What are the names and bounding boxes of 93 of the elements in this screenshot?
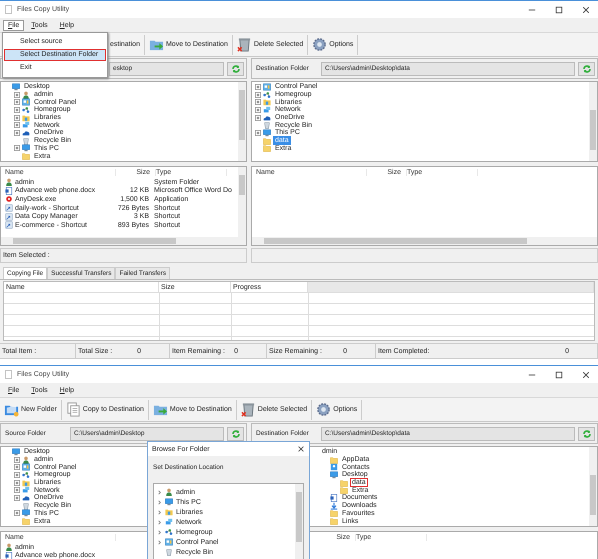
panel-icon [22, 98, 30, 106]
expand-icon[interactable] [14, 464, 20, 470]
trash-bin-icon [22, 136, 30, 145]
monitor-icon [12, 448, 20, 456]
library-folder-icon [165, 508, 173, 516]
panel-icon [165, 538, 173, 546]
monitor-icon [12, 82, 20, 91]
gear-icon [316, 402, 332, 417]
person-icon [5, 178, 13, 186]
expand-icon[interactable] [14, 510, 20, 516]
download-icon [330, 502, 338, 510]
network-icon [22, 121, 30, 130]
expand-icon[interactable] [14, 99, 20, 106]
vertical-scrollbar[interactable] [589, 82, 597, 161]
chevron-icon[interactable] [157, 510, 162, 514]
cloud-icon [22, 128, 30, 137]
trash-bin-icon [263, 121, 271, 130]
refresh-icon [230, 428, 240, 438]
expand-icon[interactable] [14, 487, 20, 494]
expand-icon[interactable] [14, 92, 20, 98]
document-icon [330, 494, 338, 502]
people-icon [263, 90, 271, 99]
close-icon[interactable] [582, 6, 590, 14]
expand-icon[interactable] [14, 480, 20, 486]
expand-icon[interactable] [14, 494, 20, 501]
people-icon [165, 528, 173, 536]
close-icon[interactable] [297, 445, 305, 453]
refresh-icon [230, 64, 240, 74]
horizontal-scrollbar[interactable] [252, 237, 597, 245]
expand-icon[interactable] [255, 84, 261, 90]
copy-icon [66, 402, 81, 417]
monitor-icon [22, 509, 30, 518]
monitor-icon [165, 498, 173, 506]
contact-card-icon [330, 463, 338, 472]
trash-bin-icon [165, 548, 173, 556]
expand-icon[interactable] [14, 472, 20, 478]
person-icon [22, 90, 30, 99]
library-folder-icon [263, 98, 271, 106]
maximize-icon[interactable] [555, 370, 563, 378]
vertical-scrollbar[interactable] [238, 82, 246, 161]
library-folder-icon [22, 114, 30, 122]
person-icon [22, 456, 30, 464]
expand-icon[interactable] [255, 130, 261, 136]
app-icon [5, 5, 12, 14]
refresh-button[interactable] [578, 62, 595, 76]
expand-icon[interactable] [255, 99, 261, 106]
expand-icon[interactable] [255, 114, 261, 121]
network-icon [263, 106, 271, 114]
folder-icon [330, 456, 338, 464]
expand-icon[interactable] [14, 106, 20, 113]
vertical-scrollbar[interactable] [589, 447, 597, 526]
app-icon [5, 370, 12, 379]
refresh-icon [582, 428, 592, 438]
monitor-icon [263, 128, 271, 137]
person-icon [5, 543, 13, 552]
trash-bin-icon [236, 37, 252, 52]
expand-icon[interactable] [14, 114, 20, 121]
network-icon [22, 486, 30, 494]
panel-icon [22, 463, 30, 472]
monitor-icon [22, 144, 30, 152]
network-icon [165, 518, 173, 526]
refresh-button[interactable] [227, 62, 244, 76]
app-icon [5, 195, 13, 204]
people-icon [22, 470, 30, 479]
chevron-icon[interactable] [157, 500, 162, 504]
people-icon [22, 106, 30, 114]
trash-bin-icon [22, 502, 30, 510]
library-folder-icon [22, 478, 30, 487]
expand-icon[interactable] [14, 130, 20, 136]
gear-icon [312, 37, 328, 52]
expand-icon[interactable] [14, 122, 20, 128]
monitor-icon [330, 470, 338, 479]
close-icon[interactable] [582, 370, 590, 378]
person-icon [165, 488, 173, 496]
chevron-icon[interactable] [157, 490, 162, 494]
vertical-scrollbar[interactable] [295, 484, 303, 559]
expand-icon[interactable] [255, 92, 261, 98]
chevron-icon[interactable] [157, 540, 162, 544]
refresh-button[interactable] [578, 426, 595, 440]
expand-icon[interactable] [14, 456, 20, 463]
folder-icon [22, 152, 30, 160]
chevron-icon[interactable] [157, 520, 162, 524]
cloud-icon [263, 114, 271, 122]
expand-icon[interactable] [255, 106, 261, 113]
refresh-icon [582, 64, 592, 74]
folder-icon [22, 517, 30, 526]
cloud-icon [22, 494, 30, 502]
chevron-icon[interactable] [157, 530, 162, 534]
refresh-button[interactable] [227, 426, 244, 440]
trash-bin-icon [240, 402, 256, 417]
document-icon [5, 186, 13, 195]
maximize-icon[interactable] [555, 6, 563, 14]
expand-icon[interactable] [14, 145, 20, 152]
